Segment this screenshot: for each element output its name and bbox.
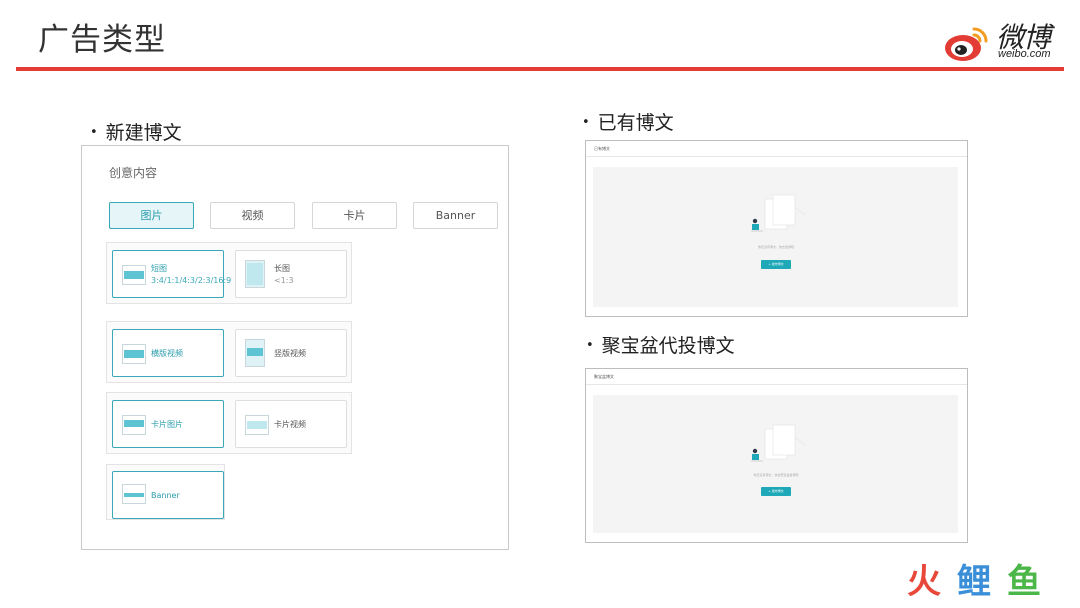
huoliyu-char-yu: 鱼 (1007, 562, 1041, 602)
landscape-video-icon (122, 344, 146, 364)
bullet-dot: • (582, 115, 590, 130)
bullet-dot: • (586, 338, 594, 353)
empty-state-illustration-icon (751, 194, 806, 232)
short-image-card[interactable]: 短图 3:4/1:1/4:3/2:3/16:9 (112, 250, 231, 298)
video-format-group: 横版视频 竖版视频 (106, 321, 352, 383)
banner-format-group: Banner (106, 464, 225, 520)
bullet-jubaopen-post: • 聚宝盆代投博文 (586, 331, 735, 358)
short-image-text: 短图 3:4/1:1/4:3/2:3/16:9 (151, 263, 231, 287)
jubaopen-post-empty-text: 你还没有博文，快去聚宝盆发博吧 (753, 473, 799, 477)
weibo-domain-text: weibo.com (998, 48, 1051, 60)
tab-video[interactable]: 视频 (210, 202, 295, 229)
card-video-card[interactable]: 卡片视频 (235, 400, 347, 448)
bullet-new-post-label: 新建博文 (105, 123, 182, 144)
card-video-icon (245, 415, 269, 435)
empty-state-illustration-icon (751, 424, 806, 462)
long-image-icon (245, 260, 265, 288)
long-image-label: 长图 (274, 264, 290, 273)
creative-content-panel: 创意内容 图片 视频 卡片 Banner 短图 3:4/1:1/4:3/2:3/… (81, 145, 509, 550)
image-format-group: 短图 3:4/1:1/4:3/2:3/16:9 长图 <1:3 (106, 242, 352, 304)
tab-card[interactable]: 卡片 (312, 202, 397, 229)
long-image-card[interactable]: 长图 <1:3 (235, 250, 347, 298)
bullet-new-post: • 新建博文 (90, 118, 182, 145)
jubaopen-post-divider (586, 384, 967, 385)
card-image-icon (122, 415, 146, 435)
bullet-existing-post: • 已有博文 (582, 108, 674, 135)
long-image-ratio: <1:3 (274, 276, 294, 285)
huoliyu-char-li: 鲤 (957, 562, 991, 602)
portrait-video-card[interactable]: 竖版视频 (235, 329, 347, 377)
banner-icon (122, 484, 146, 504)
bullet-dot: • (90, 125, 98, 140)
huoliyu-char-huo: 火 (907, 562, 941, 602)
jubaopen-post-screenshot: 聚宝盆博文 你还没有博文，快去聚宝盆发博吧 + 发布博文 (585, 368, 968, 543)
existing-post-screenshot: 已有博文 你还没有博文，快去发博吧 + 发布博文 (585, 140, 968, 317)
header-divider (16, 67, 1064, 71)
existing-post-title: 已有博文 (594, 146, 610, 151)
card-format-group: 卡片图片 卡片视频 (106, 392, 352, 454)
banner-label: Banner (151, 491, 180, 500)
existing-post-publish-button[interactable]: + 发布博文 (761, 260, 791, 269)
landscape-video-card[interactable]: 横版视频 (112, 329, 224, 377)
huoliyu-logo: 火 鲤 鱼 (907, 562, 1057, 602)
short-image-ratios: 3:4/1:1/4:3/2:3/16:9 (151, 276, 232, 285)
bullet-existing-post-label: 已有博文 (597, 113, 674, 134)
existing-post-empty-text: 你还没有博文，快去发博吧 (757, 245, 794, 249)
card-image-card[interactable]: 卡片图片 (112, 400, 224, 448)
portrait-video-label: 竖版视频 (274, 349, 306, 358)
bullet-jubaopen-post-label: 聚宝盆代投博文 (601, 336, 735, 357)
long-image-text: 长图 <1:3 (274, 263, 294, 287)
banner-card[interactable]: Banner (112, 471, 224, 519)
landscape-video-label: 横版视频 (151, 349, 183, 358)
jubaopen-post-publish-button[interactable]: + 发布博文 (761, 487, 791, 496)
short-image-icon (122, 265, 146, 285)
card-image-label: 卡片图片 (151, 420, 183, 429)
slide-title: 广告类型 (38, 22, 166, 57)
portrait-video-icon (245, 339, 265, 367)
weibo-eye-icon (945, 27, 988, 61)
creative-content-heading: 创意内容 (109, 166, 158, 180)
jubaopen-post-title: 聚宝盆博文 (594, 374, 614, 379)
jubaopen-post-empty-area: 你还没有博文，快去聚宝盆发博吧 + 发布博文 (593, 395, 958, 533)
tab-image[interactable]: 图片 (109, 202, 194, 229)
short-image-label: 短图 (151, 264, 167, 273)
existing-post-empty-area: 你还没有博文，快去发博吧 + 发布博文 (593, 167, 958, 307)
card-video-label: 卡片视频 (274, 420, 306, 429)
weibo-logo: 微博 weibo.com (944, 14, 1064, 62)
tab-banner[interactable]: Banner (413, 202, 498, 229)
existing-post-divider (586, 156, 967, 157)
